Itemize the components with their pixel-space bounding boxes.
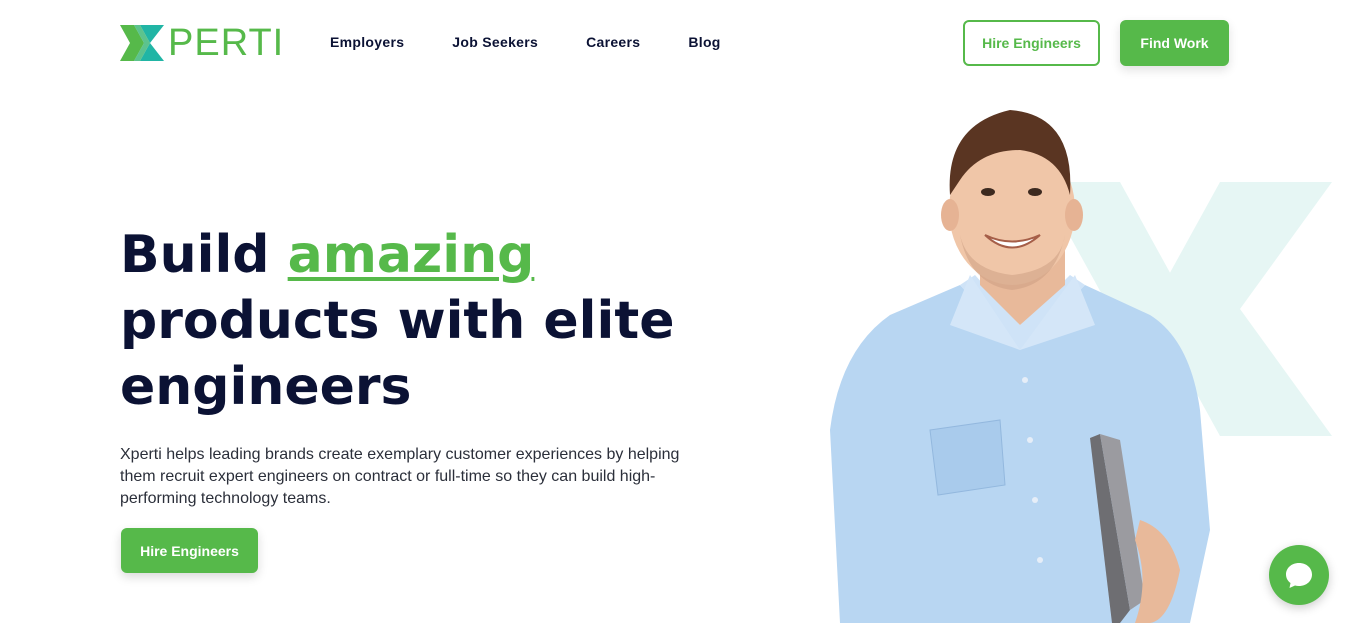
logo-wordmark: PERTI [168,22,285,64]
headline-accent: amazing [287,225,535,285]
xperti-mark-icon [120,25,164,61]
main-nav: Employers Job Seekers Careers Blog [330,34,721,50]
headline-part1: Build [120,225,288,285]
chat-bubble-icon [1286,563,1312,588]
headline-part2: products with elite engineers [120,291,675,417]
hero-description: Xperti helps leading brands create exemp… [120,446,680,507]
landing-page: PERTI Employers Job Seekers Careers Blog… [0,0,1348,623]
chat-widget-button[interactable] [1269,545,1329,605]
nav-blog[interactable]: Blog [688,34,720,50]
hero-hire-engineers-button[interactable]: Hire Engineers [121,528,258,573]
header-hire-engineers-button[interactable]: Hire Engineers [963,20,1100,66]
header-find-work-button[interactable]: Find Work [1120,20,1229,66]
nav-careers[interactable]: Careers [586,34,640,50]
nav-employers[interactable]: Employers [330,34,404,50]
hero-headline: Build amazing products with elite engine… [120,222,740,420]
hero-person-image [830,110,1210,623]
nav-job-seekers[interactable]: Job Seekers [452,34,538,50]
xperti-logo[interactable]: PERTI [120,24,284,62]
